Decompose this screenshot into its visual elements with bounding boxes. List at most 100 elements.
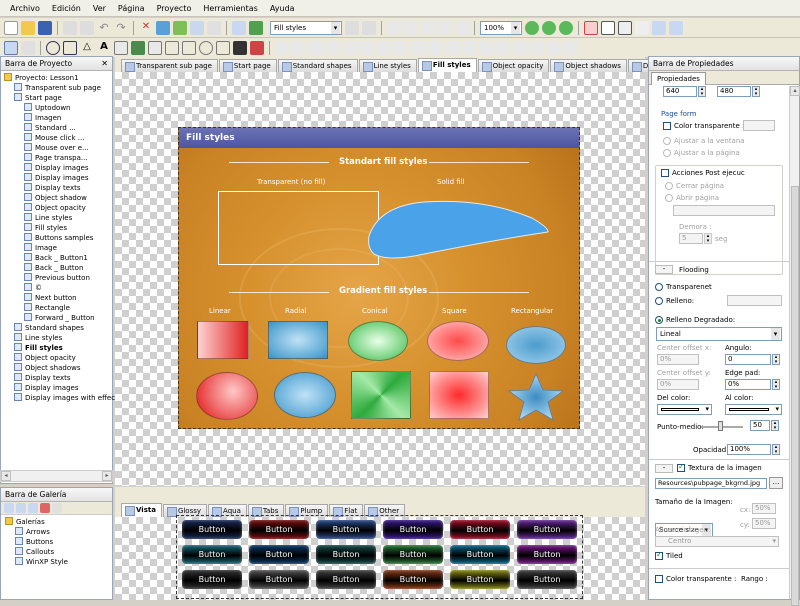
scroll-thumb[interactable] <box>791 186 799 606</box>
arrow-up-icon[interactable] <box>345 20 359 35</box>
tree-item[interactable]: WinXP Style <box>5 557 112 567</box>
gallery-button-sample[interactable]: Button <box>517 520 577 539</box>
fit-page-radio[interactable] <box>663 149 671 157</box>
image-texture-checkbox[interactable]: ✓ <box>677 462 685 472</box>
tree-item[interactable]: Uptodown <box>4 103 112 113</box>
radial-ellipse[interactable] <box>274 372 336 418</box>
tab-object-shadows[interactable]: Object shadows <box>550 59 627 72</box>
space4-icon[interactable] <box>530 40 544 55</box>
texture-collapse-icon[interactable]: - <box>655 464 673 473</box>
layout-icon[interactable] <box>652 20 666 35</box>
open-icon[interactable] <box>21 20 35 35</box>
properties-vscroll[interactable]: ▴ <box>789 86 800 606</box>
menu-item[interactable]: Proyecto <box>157 4 192 13</box>
redo-icon[interactable]: ↷ <box>114 21 128 35</box>
gallery-button-sample[interactable]: Button <box>249 545 309 564</box>
close-page-radio[interactable] <box>665 182 673 190</box>
space3-icon[interactable] <box>513 40 527 55</box>
tree-item[interactable]: Start page <box>4 93 112 103</box>
gallery-check-icon[interactable] <box>52 503 62 513</box>
test-icon[interactable] <box>190 20 204 35</box>
align-obj2-icon[interactable] <box>360 40 374 55</box>
tree-item[interactable]: Line styles <box>4 333 112 343</box>
tree-item[interactable]: Display texts <box>4 183 112 193</box>
gallery-button-sample[interactable]: Button <box>182 545 242 564</box>
gallery-button-sample[interactable]: Button <box>316 570 376 589</box>
tab-vista[interactable]: Vista <box>121 503 162 517</box>
gallery-button-sample[interactable]: Button <box>383 520 443 539</box>
scroll-right-icon[interactable]: ▸ <box>102 471 112 481</box>
tree-item[interactable]: Display texts <box>4 373 112 383</box>
transparent-color-picker[interactable] <box>743 120 775 131</box>
align-right-icon[interactable] <box>421 20 435 35</box>
tree-item[interactable]: Image <box>4 243 112 253</box>
menu-item[interactable]: Herramientas <box>203 4 258 13</box>
tab-standard-shapes[interactable]: Standard shapes <box>277 59 358 72</box>
transparent-color-checkbox[interactable] <box>663 122 671 130</box>
tree-item[interactable]: Back _ Button <box>4 263 112 273</box>
tree-item[interactable]: Display images with effects <box>4 393 121 403</box>
tree-item[interactable]: Object opacity <box>4 353 112 363</box>
tree-item[interactable]: © <box>4 283 112 293</box>
group-icon[interactable] <box>309 40 323 55</box>
tree-item[interactable]: Rectangle <box>4 303 112 313</box>
tab-line-styles[interactable]: Line styles <box>358 59 417 72</box>
new-icon[interactable] <box>4 20 18 35</box>
tree-item[interactable]: Transparent sub page <box>4 83 112 93</box>
fit-window-radio[interactable] <box>663 137 671 145</box>
conical-rect[interactable] <box>351 371 411 419</box>
snap-icon[interactable] <box>584 20 598 35</box>
arrow-down-icon[interactable] <box>362 20 376 35</box>
rectangular-star[interactable] <box>505 372 567 422</box>
center-v-icon[interactable] <box>564 40 578 55</box>
menu-item[interactable]: Página <box>118 4 145 13</box>
copy-icon[interactable] <box>80 20 94 35</box>
tab-start-page[interactable]: Start page <box>218 59 277 72</box>
size2-icon[interactable] <box>462 40 476 55</box>
center-y-input[interactable]: 0% <box>657 379 699 390</box>
undo-icon[interactable]: ↶ <box>97 21 111 35</box>
tree-item[interactable]: Back _ Button1 <box>4 253 112 263</box>
align-obj3-icon[interactable] <box>377 40 391 55</box>
gallery-button-sample[interactable]: Button <box>517 570 577 589</box>
delay-spin[interactable]: ▴ ▾ <box>704 233 712 244</box>
gallery-button-sample[interactable]: Button <box>450 545 510 564</box>
gallery-button-sample[interactable]: Button <box>182 570 242 589</box>
conical-ellipse[interactable] <box>348 321 408 361</box>
gallery-button-sample[interactable]: Button <box>517 545 577 564</box>
flooding-collapse-icon[interactable]: - <box>655 265 673 274</box>
preview-icon[interactable] <box>156 20 170 35</box>
tree-item[interactable]: Mouse over e... <box>4 143 112 153</box>
align-left-icon[interactable] <box>387 20 401 35</box>
scroll-left-icon[interactable]: ◂ <box>1 471 11 481</box>
zoom-select[interactable]: 100% <box>480 20 522 35</box>
opacity-spin[interactable]: ▴ ▾ <box>772 444 780 455</box>
rulers-icon[interactable] <box>635 20 649 35</box>
tab-object-opacity[interactable]: Object opacity <box>477 59 550 72</box>
size-icon[interactable] <box>445 40 459 55</box>
tree-item[interactable]: Buttons samples <box>4 233 112 243</box>
square-rect[interactable] <box>429 371 489 419</box>
zoom-in-icon[interactable] <box>525 20 539 35</box>
menu-item[interactable]: Archivo <box>10 4 40 13</box>
tree-item[interactable]: Previous button <box>4 273 112 283</box>
midpoint-slider-thumb[interactable] <box>718 421 723 431</box>
tree-item[interactable]: Display images <box>4 383 112 393</box>
delay-input[interactable]: 5 <box>679 233 703 244</box>
height-input[interactable]: 480 <box>717 86 751 97</box>
tree-item[interactable]: Arrows <box>5 527 112 537</box>
from-color-picker[interactable]: ▾ <box>657 404 712 415</box>
gallery-button-sample[interactable]: Button <box>450 570 510 589</box>
tree-item[interactable]: Galerías <box>5 517 112 527</box>
tree-item[interactable]: Fill styles <box>4 223 112 233</box>
tree-item[interactable]: Object opacity <box>4 203 112 213</box>
tree-item[interactable]: Page transpa... <box>4 153 112 163</box>
tab-properties[interactable]: Propiedades <box>651 72 706 85</box>
height-spin[interactable]: ▴ ▾ <box>752 86 760 97</box>
gradient-type-select[interactable]: Lineal <box>656 327 782 341</box>
linear-ellipse[interactable] <box>196 372 258 420</box>
gallery-button-sample[interactable]: Button <box>316 520 376 539</box>
align-center-icon[interactable] <box>404 20 418 35</box>
open-page-select[interactable] <box>673 205 775 216</box>
menu-item[interactable]: Ver <box>93 4 106 13</box>
